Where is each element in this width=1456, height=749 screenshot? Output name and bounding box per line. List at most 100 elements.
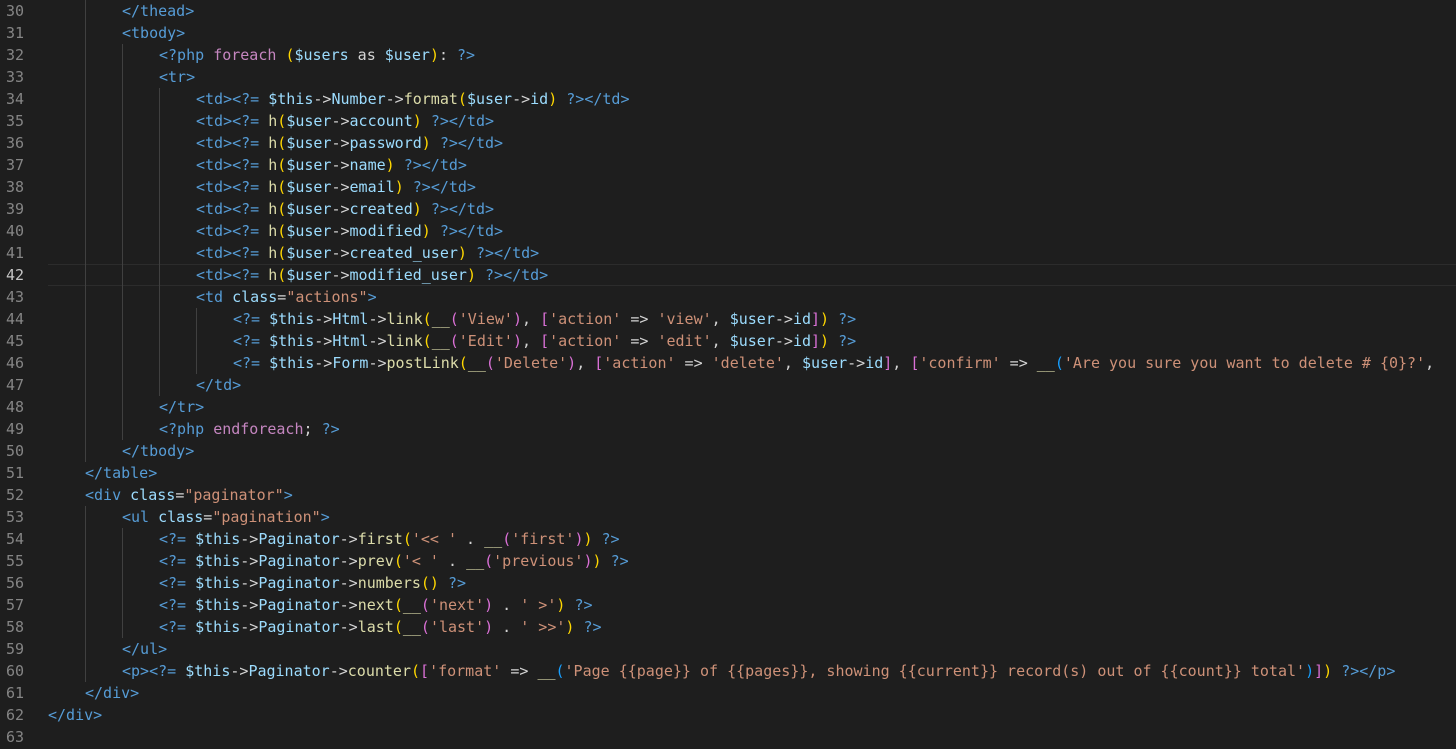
code-token: 'Delete'	[494, 354, 568, 372]
code-token: ?>	[574, 596, 593, 614]
code-line[interactable]: 54 <?= $this->Paginator->first('<< ' . __…	[0, 528, 1456, 550]
indent-guide	[122, 616, 123, 638]
code-text: <?= $this->Paginator->last(__('last') . …	[159, 616, 602, 638]
code-line[interactable]: 30 </thead>	[0, 0, 1456, 22]
code-line[interactable]: 51 </table>	[0, 462, 1456, 484]
code-editor[interactable]: 30 </thead> 31 <tbody> 32 <?php foreach ($use…	[0, 0, 1456, 749]
code-line[interactable]: 46 <?= $this->Form->postLink(__('Delete')…	[0, 352, 1456, 374]
code-token: __	[467, 354, 486, 372]
indent-guide	[85, 374, 86, 396]
indent-guide	[159, 198, 160, 220]
code-token: <?=	[159, 552, 196, 570]
code-line[interactable]: 36 <td><?= h($user->password) ?></td>	[0, 132, 1456, 154]
code-line[interactable]: 33 <tr>	[0, 66, 1456, 88]
code-token: as	[348, 46, 385, 64]
code-token: 'Are you sure you want to delete # {0}?'	[1063, 354, 1426, 372]
code-token: ?>	[475, 244, 495, 262]
indent-guide	[159, 352, 160, 374]
line-number: 53	[5, 508, 24, 526]
indent-guide	[159, 286, 160, 308]
code-token: ->	[331, 112, 350, 130]
code-token: $user	[286, 222, 332, 240]
code-line[interactable]: 38 <td><?= h($user->email) ?></td>	[0, 176, 1456, 198]
code-token: (	[420, 618, 430, 636]
code-token: ->	[368, 354, 387, 372]
code-line[interactable]: 53 <ul class="pagination">	[0, 506, 1456, 528]
line-number: 62	[5, 706, 24, 724]
code-token: Number	[331, 90, 386, 108]
code-content: <?= $this->Paginator->numbers() ?>	[48, 572, 1456, 594]
code-line[interactable]: 60 <p><?= $this->Paginator->counter(['for…	[0, 660, 1456, 682]
code-token: email	[349, 178, 395, 196]
indent-guide	[159, 264, 160, 286]
code-text: <td><?= h($user->password) ?></td>	[196, 132, 503, 154]
line-number: 52	[5, 486, 24, 504]
code-token: ,	[576, 354, 595, 372]
code-line[interactable]: 47 </td>	[0, 374, 1456, 396]
indent-guide	[122, 374, 123, 396]
code-token: (	[393, 618, 403, 636]
code-token: first	[357, 530, 403, 548]
code-token: </td>	[457, 222, 504, 240]
code-token: =	[175, 486, 185, 504]
code-line[interactable]: 43 <td class="actions">	[0, 286, 1456, 308]
code-line[interactable]: 56 <?= $this->Paginator->numbers() ?>	[0, 572, 1456, 594]
code-line[interactable]: 34 <td><?= $this->Number->format($user->i…	[0, 88, 1456, 110]
code-line[interactable]: 49 <?php endforeach; ?>	[0, 418, 1456, 440]
code-line[interactable]: 41 <td><?= h($user->created_user) ?></td>	[0, 242, 1456, 264]
code-token: <td>	[196, 178, 233, 196]
code-token: 'last'	[429, 618, 485, 636]
indent-guide	[159, 330, 160, 352]
code-line[interactable]: 52 <div class="paginator">	[0, 484, 1456, 506]
code-line[interactable]: 62 </div>	[0, 704, 1456, 726]
code-token: (	[411, 662, 421, 680]
code-line[interactable]: 32 <?php foreach ($users as $user): ?>	[0, 44, 1456, 66]
code-token: 'Edit'	[458, 332, 513, 350]
code-token: ?>	[838, 332, 857, 350]
code-line[interactable]: 31 <tbody>	[0, 22, 1456, 44]
code-line[interactable]: 39 <td><?= h($user->created) ?></td>	[0, 198, 1456, 220]
line-number: 30	[5, 2, 24, 20]
code-line[interactable]: 42 <td><?= h($user->modified_user) ?></td…	[0, 264, 1456, 286]
code-line[interactable]: 59 </ul>	[0, 638, 1456, 660]
code-token: <td>	[196, 244, 233, 262]
indent-guide	[122, 308, 123, 330]
code-token: <?=	[233, 310, 270, 328]
code-line[interactable]: 61 </div>	[0, 682, 1456, 704]
code-token: <tr>	[159, 68, 196, 86]
code-line[interactable]: 37 <td><?= h($user->name) ?></td>	[0, 154, 1456, 176]
code-line[interactable]: 48 </tr>	[0, 396, 1456, 418]
code-token: </td>	[430, 178, 476, 196]
code-content: <td class="actions">	[48, 286, 1456, 308]
code-token: ?>	[321, 420, 340, 438]
code-line[interactable]: 35 <td><?= h($user->account) ?></td>	[0, 110, 1456, 132]
code-token: $user	[286, 178, 332, 196]
code-token: )	[394, 178, 404, 196]
indent-guide	[85, 550, 86, 572]
code-line[interactable]: 55 <?= $this->Paginator->prev('< ' . __('…	[0, 550, 1456, 572]
code-content: <td><?= h($user->email) ?></td>	[48, 176, 1456, 198]
code-token: >	[283, 486, 293, 504]
code-line[interactable]: 50 </tbody>	[0, 440, 1456, 462]
code-token: 'view'	[657, 310, 712, 328]
code-token: (	[484, 552, 494, 570]
code-token: )	[820, 332, 830, 350]
code-text: </table>	[85, 462, 157, 484]
code-line[interactable]: 45 <?= $this->Html->link(__('Edit'), ['ac…	[0, 330, 1456, 352]
line-number: 35	[5, 112, 24, 130]
code-token: created	[349, 200, 413, 218]
code-token: h	[268, 222, 278, 240]
code-content: <div class="paginator">	[48, 484, 1456, 506]
code-line[interactable]: 58 <?= $this->Paginator->last(__('last') …	[0, 616, 1456, 638]
code-token: <td	[196, 288, 233, 306]
code-content: <?= $this->Paginator->next(__('next') . …	[48, 594, 1456, 616]
code-token: </td>	[457, 134, 504, 152]
code-line[interactable]: 44 <?= $this->Html->link(__('View'), ['ac…	[0, 308, 1456, 330]
code-line[interactable]: 63	[0, 726, 1456, 748]
code-token: <p>	[122, 662, 150, 680]
indent-guide	[159, 308, 160, 330]
code-line[interactable]: 57 <?= $this->Paginator->next(__('next') …	[0, 594, 1456, 616]
indent-guide	[159, 88, 160, 110]
code-token: </td>	[196, 376, 242, 394]
code-line[interactable]: 40 <td><?= h($user->modified) ?></td>	[0, 220, 1456, 242]
